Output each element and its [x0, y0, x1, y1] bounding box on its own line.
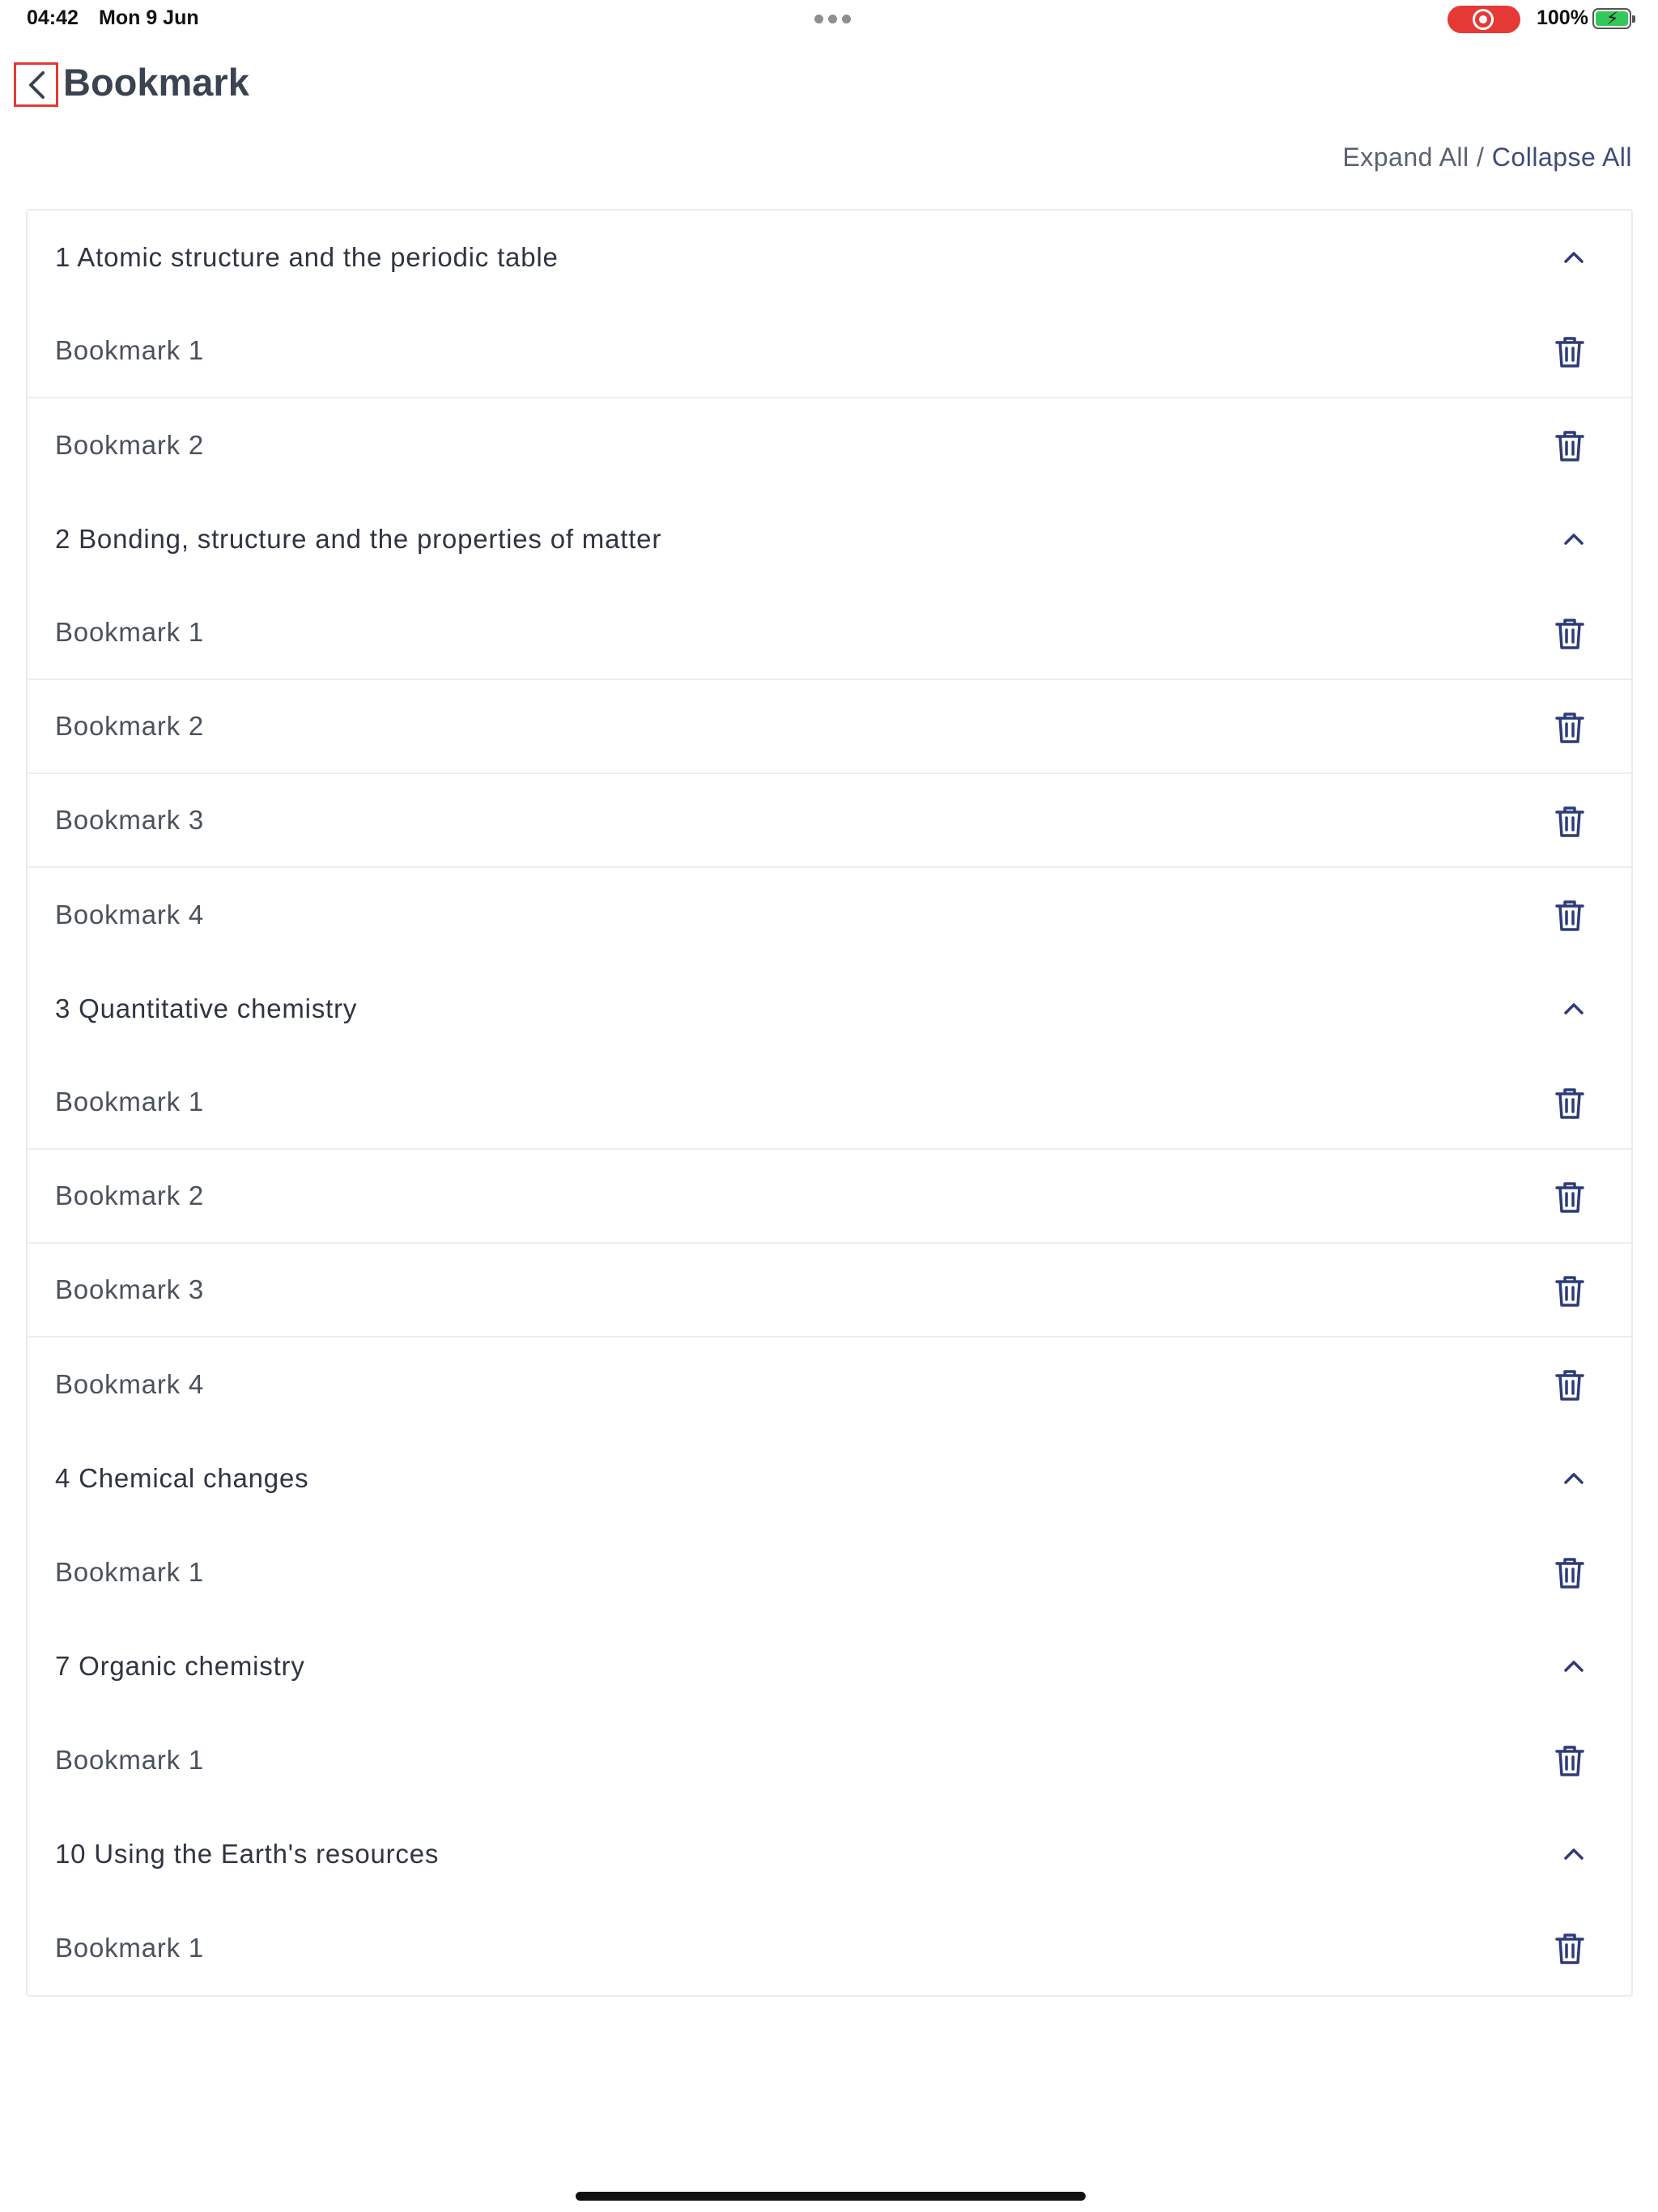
status-date: Mon 9 Jun — [99, 6, 199, 29]
chevron-up-icon[interactable] — [1562, 526, 1586, 551]
bookmark-label: Bookmark 1 — [55, 335, 205, 365]
bookmark-section: 3 Quantitative chemistry Bookmark 1 Bookma… — [28, 962, 1631, 1431]
chevron-up-icon[interactable] — [1562, 1465, 1586, 1490]
bookmark-item[interactable]: Bookmark 1 — [28, 1525, 1631, 1619]
trash-icon[interactable] — [1554, 429, 1586, 463]
chevron-up-icon[interactable] — [1562, 996, 1586, 1020]
separator: / — [1469, 143, 1492, 172]
bookmark-section: 10 Using the Earth's resources Bookmark 1 — [28, 1807, 1631, 1995]
expand-all-link[interactable]: Expand All — [1342, 143, 1469, 172]
status-time: 04:42 — [27, 6, 79, 29]
bookmark-label: Bookmark 1 — [55, 1087, 205, 1117]
battery-percent: 100% — [1537, 6, 1588, 29]
bookmark-label: Bookmark 1 — [55, 617, 205, 647]
section-header[interactable]: 2 Bonding, structure and the properties … — [28, 492, 1631, 586]
bookmark-section: 1 Atomic structure and the periodic tabl… — [28, 211, 1631, 492]
trash-icon[interactable] — [1554, 805, 1586, 839]
bookmark-label: Bookmark 1 — [55, 1933, 205, 1963]
chevron-left-icon — [28, 70, 45, 99]
bookmark-list: 1 Atomic structure and the periodic tabl… — [26, 209, 1633, 1997]
section-header[interactable]: 7 Organic chemistry — [28, 1619, 1631, 1713]
bookmark-item[interactable]: Bookmark 2 — [28, 680, 1631, 774]
section-title: 1 Atomic structure and the periodic tabl… — [55, 242, 559, 272]
trash-icon[interactable] — [1554, 899, 1586, 933]
expand-collapse-controls: Expand All / Collapse All — [1342, 143, 1632, 172]
bookmark-label: Bookmark 2 — [55, 711, 205, 741]
section-header[interactable]: 1 Atomic structure and the periodic tabl… — [28, 211, 1631, 304]
section-title: 7 Organic chemistry — [55, 1651, 305, 1681]
status-bar: 04:42 Mon 9 Jun 100% ⚡ — [0, 0, 1658, 39]
trash-icon[interactable] — [1554, 335, 1586, 369]
bookmark-section: 7 Organic chemistry Bookmark 1 — [28, 1619, 1631, 1807]
section-header[interactable]: 10 Using the Earth's resources — [28, 1807, 1631, 1901]
bookmark-item[interactable]: Bookmark 1 — [28, 304, 1631, 398]
bookmark-label: Bookmark 1 — [55, 1557, 205, 1587]
bookmark-item[interactable]: Bookmark 1 — [28, 1056, 1631, 1150]
section-title: 4 Chemical changes — [55, 1463, 309, 1493]
chevron-up-icon[interactable] — [1562, 245, 1586, 269]
bookmark-label: Bookmark 4 — [55, 900, 205, 929]
bookmark-item[interactable]: Bookmark 3 — [28, 1244, 1631, 1338]
section-header[interactable]: 3 Quantitative chemistry — [28, 962, 1631, 1056]
chevron-up-icon[interactable] — [1562, 1653, 1586, 1678]
bookmark-label: Bookmark 2 — [55, 1180, 205, 1210]
back-button[interactable] — [14, 62, 58, 107]
bookmark-label: Bookmark 4 — [55, 1369, 205, 1399]
bookmark-item[interactable]: Bookmark 3 — [28, 774, 1631, 868]
trash-icon[interactable] — [1554, 1556, 1586, 1590]
bookmark-label: Bookmark 1 — [55, 1745, 205, 1775]
trash-icon[interactable] — [1554, 1180, 1586, 1214]
trash-icon[interactable] — [1554, 1744, 1586, 1778]
bookmark-item[interactable]: Bookmark 4 — [28, 868, 1631, 962]
multitasking-dots-icon[interactable] — [814, 15, 851, 23]
bookmark-label: Bookmark 2 — [55, 430, 205, 460]
bookmark-item[interactable]: Bookmark 2 — [28, 398, 1631, 492]
page-title: Bookmark — [63, 61, 249, 104]
section-header[interactable]: 4 Chemical changes — [28, 1431, 1631, 1525]
section-title: 10 Using the Earth's resources — [55, 1839, 440, 1869]
bookmark-section: 2 Bonding, structure and the properties … — [28, 492, 1631, 962]
trash-icon[interactable] — [1554, 1368, 1586, 1402]
home-indicator[interactable] — [576, 2192, 1086, 2201]
bookmark-item[interactable]: Bookmark 1 — [28, 1901, 1631, 1995]
chevron-up-icon[interactable] — [1562, 1841, 1586, 1865]
collapse-all-link[interactable]: Collapse All — [1492, 143, 1632, 172]
bookmark-item[interactable]: Bookmark 1 — [28, 586, 1631, 680]
trash-icon[interactable] — [1554, 1274, 1586, 1308]
trash-icon[interactable] — [1554, 1087, 1586, 1121]
bookmark-label: Bookmark 3 — [55, 805, 205, 835]
bookmark-item[interactable]: Bookmark 1 — [28, 1713, 1631, 1807]
trash-icon[interactable] — [1554, 1932, 1586, 1966]
charging-bolt-icon: ⚡ — [1606, 8, 1619, 28]
bookmark-item[interactable]: Bookmark 4 — [28, 1338, 1631, 1431]
battery-icon: ⚡ — [1592, 8, 1635, 29]
section-title: 2 Bonding, structure and the properties … — [55, 524, 662, 554]
bookmark-item[interactable]: Bookmark 2 — [28, 1150, 1631, 1244]
trash-icon[interactable] — [1554, 617, 1586, 651]
screen-recording-icon[interactable] — [1448, 6, 1520, 33]
section-title: 3 Quantitative chemistry — [55, 993, 358, 1023]
bookmark-label: Bookmark 3 — [55, 1274, 205, 1304]
bookmark-page: 04:42 Mon 9 Jun 100% ⚡ Bookmark Expand A… — [0, 0, 1658, 2212]
bookmark-section: 4 Chemical changes Bookmark 1 — [28, 1431, 1631, 1619]
trash-icon[interactable] — [1554, 711, 1586, 745]
